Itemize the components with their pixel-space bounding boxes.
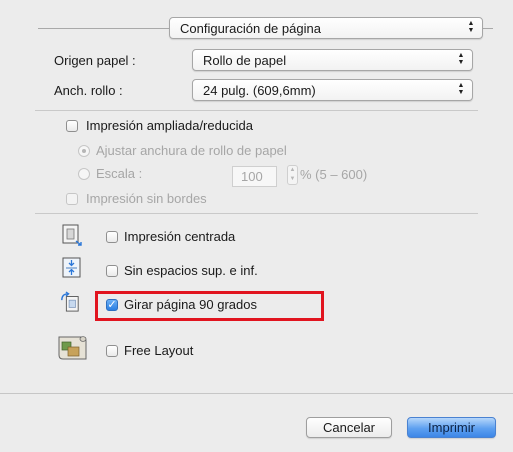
section-divider <box>35 213 478 214</box>
free-layout-checkbox[interactable] <box>106 345 118 357</box>
panel-selector[interactable]: Configuración de página ▲ ▼ <box>169 17 483 39</box>
print-button[interactable]: Imprimir <box>407 417 496 438</box>
cancel-button[interactable]: Cancelar <box>306 417 392 438</box>
roll-width-value: 24 pulg. (609,6mm) <box>203 83 316 98</box>
free-layout-label: Free Layout <box>124 343 194 358</box>
enlarged-reduced-checkbox[interactable] <box>66 120 78 132</box>
section-divider <box>35 110 478 111</box>
borderless-checkbox[interactable] <box>66 193 78 205</box>
popup-arrows-icon: ▲ ▼ <box>457 52 465 66</box>
fit-roll-width-radio[interactable] <box>78 145 90 157</box>
scale-label: Escala : <box>96 166 143 181</box>
rotate-page-checkbox[interactable]: ✓ <box>106 299 118 311</box>
panel-selector-value: Configuración de página <box>180 21 321 36</box>
rotate-page-label: Girar página 90 grados <box>124 297 257 312</box>
centered-print-icon <box>62 224 82 246</box>
centered-print-label: Impresión centrada <box>124 229 236 244</box>
borderless-label: Impresión sin bordes <box>86 191 207 206</box>
paper-source-label: Origen papel : <box>54 53 136 68</box>
popup-arrows-icon: ▲ ▼ <box>467 20 475 34</box>
stepper-down-icon: ▼ <box>289 176 296 182</box>
scale-range-label: % (5 – 600) <box>300 167 368 182</box>
top-divider-left <box>38 28 169 29</box>
no-margins-checkbox[interactable] <box>106 265 118 277</box>
rotate-page-icon <box>61 291 79 312</box>
roll-width-select[interactable]: 24 pulg. (609,6mm) ▲ ▼ <box>192 79 473 101</box>
footer-divider <box>0 393 513 394</box>
enlarged-reduced-label: Impresión ampliada/reducida <box>86 118 253 133</box>
roll-width-label: Anch. rollo : <box>54 83 123 98</box>
no-margins-icon <box>62 257 81 278</box>
paper-source-select[interactable]: Rollo de papel ▲ ▼ <box>192 49 473 71</box>
popup-arrows-icon: ▲ ▼ <box>457 82 465 96</box>
scale-stepper[interactable]: ▲ ▼ <box>287 165 298 185</box>
paper-source-value: Rollo de papel <box>203 53 287 68</box>
centered-print-checkbox[interactable] <box>106 231 118 243</box>
free-layout-icon <box>58 336 87 360</box>
stepper-up-icon: ▲ <box>289 167 296 173</box>
top-divider-right <box>483 28 493 29</box>
no-margins-label: Sin espacios sup. e inf. <box>124 263 258 278</box>
fit-roll-width-label: Ajustar anchura de rollo de papel <box>96 143 287 158</box>
scale-radio[interactable] <box>78 168 90 180</box>
scale-input[interactable]: 100 <box>232 166 277 187</box>
